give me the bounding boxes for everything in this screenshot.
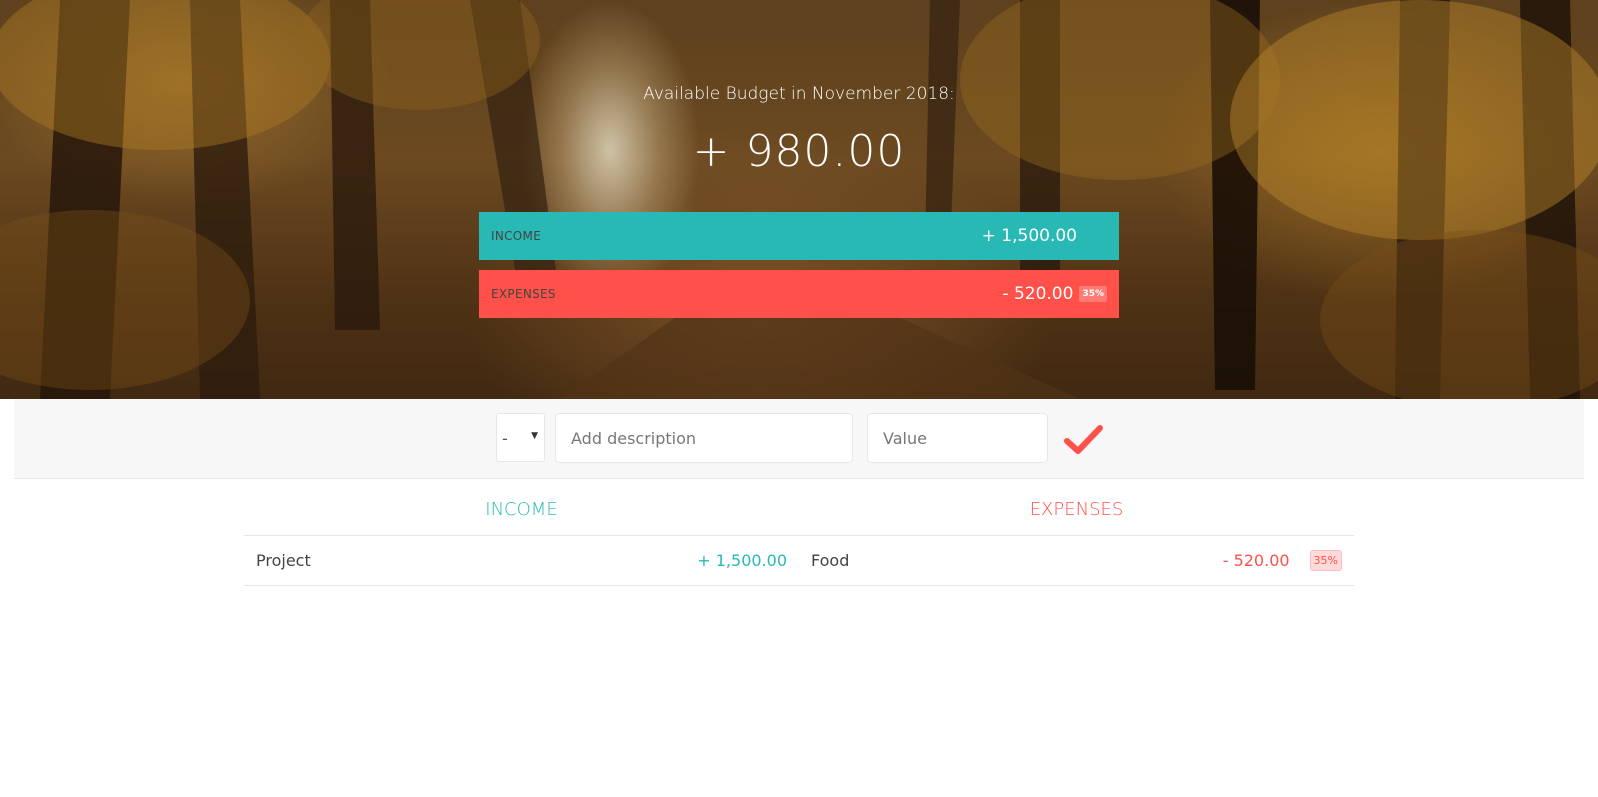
value-input[interactable]: Value bbox=[867, 413, 1048, 463]
available-budget-value: + 980.00 bbox=[692, 126, 906, 177]
budget-header: Available Budget in November 2018: + 980… bbox=[0, 0, 1598, 399]
expenses-list-title: Expenses bbox=[1029, 499, 1124, 520]
expenses-percentage-badge: 35% bbox=[1079, 286, 1107, 302]
type-select[interactable]: - ▼ bbox=[496, 413, 545, 462]
income-summary-label: Income bbox=[491, 229, 542, 243]
expenses-summary-value: - 520.00 bbox=[1002, 284, 1074, 304]
add-item-bar: - ▼ Add description Value bbox=[14, 399, 1584, 479]
add-item-button[interactable] bbox=[1064, 423, 1104, 457]
income-item-description: Project bbox=[256, 551, 311, 570]
type-select-value: - bbox=[502, 429, 508, 448]
expenses-summary: Expenses - 520.00 35% bbox=[479, 270, 1119, 318]
income-list-title: Income bbox=[485, 499, 558, 520]
income-summary: Income + 1,500.00 bbox=[479, 212, 1119, 260]
expense-item-description: Food bbox=[811, 551, 850, 570]
dropdown-caret-icon: ▼ bbox=[531, 431, 538, 441]
income-item-value: + 1,500.00 bbox=[697, 551, 787, 570]
budget-title: Available Budget in November 2018: bbox=[643, 84, 955, 104]
income-item[interactable]: Project + 1,500.00 bbox=[244, 535, 799, 586]
expense-item-value: - 520.00 bbox=[1222, 551, 1290, 570]
value-placeholder: Value bbox=[883, 428, 927, 448]
expense-item-percentage-badge: 35% bbox=[1309, 550, 1342, 571]
description-input[interactable]: Add description bbox=[555, 413, 853, 463]
description-placeholder: Add description bbox=[571, 428, 697, 448]
income-list: Income Project + 1,500.00 bbox=[244, 479, 799, 586]
expenses-summary-label: Expenses bbox=[491, 287, 556, 301]
income-summary-value: + 1,500.00 bbox=[981, 226, 1077, 246]
checkmark-icon bbox=[1064, 425, 1103, 454]
expenses-list: Expenses Food - 520.00 35% bbox=[799, 479, 1354, 586]
expense-item[interactable]: Food - 520.00 35% bbox=[799, 535, 1354, 586]
